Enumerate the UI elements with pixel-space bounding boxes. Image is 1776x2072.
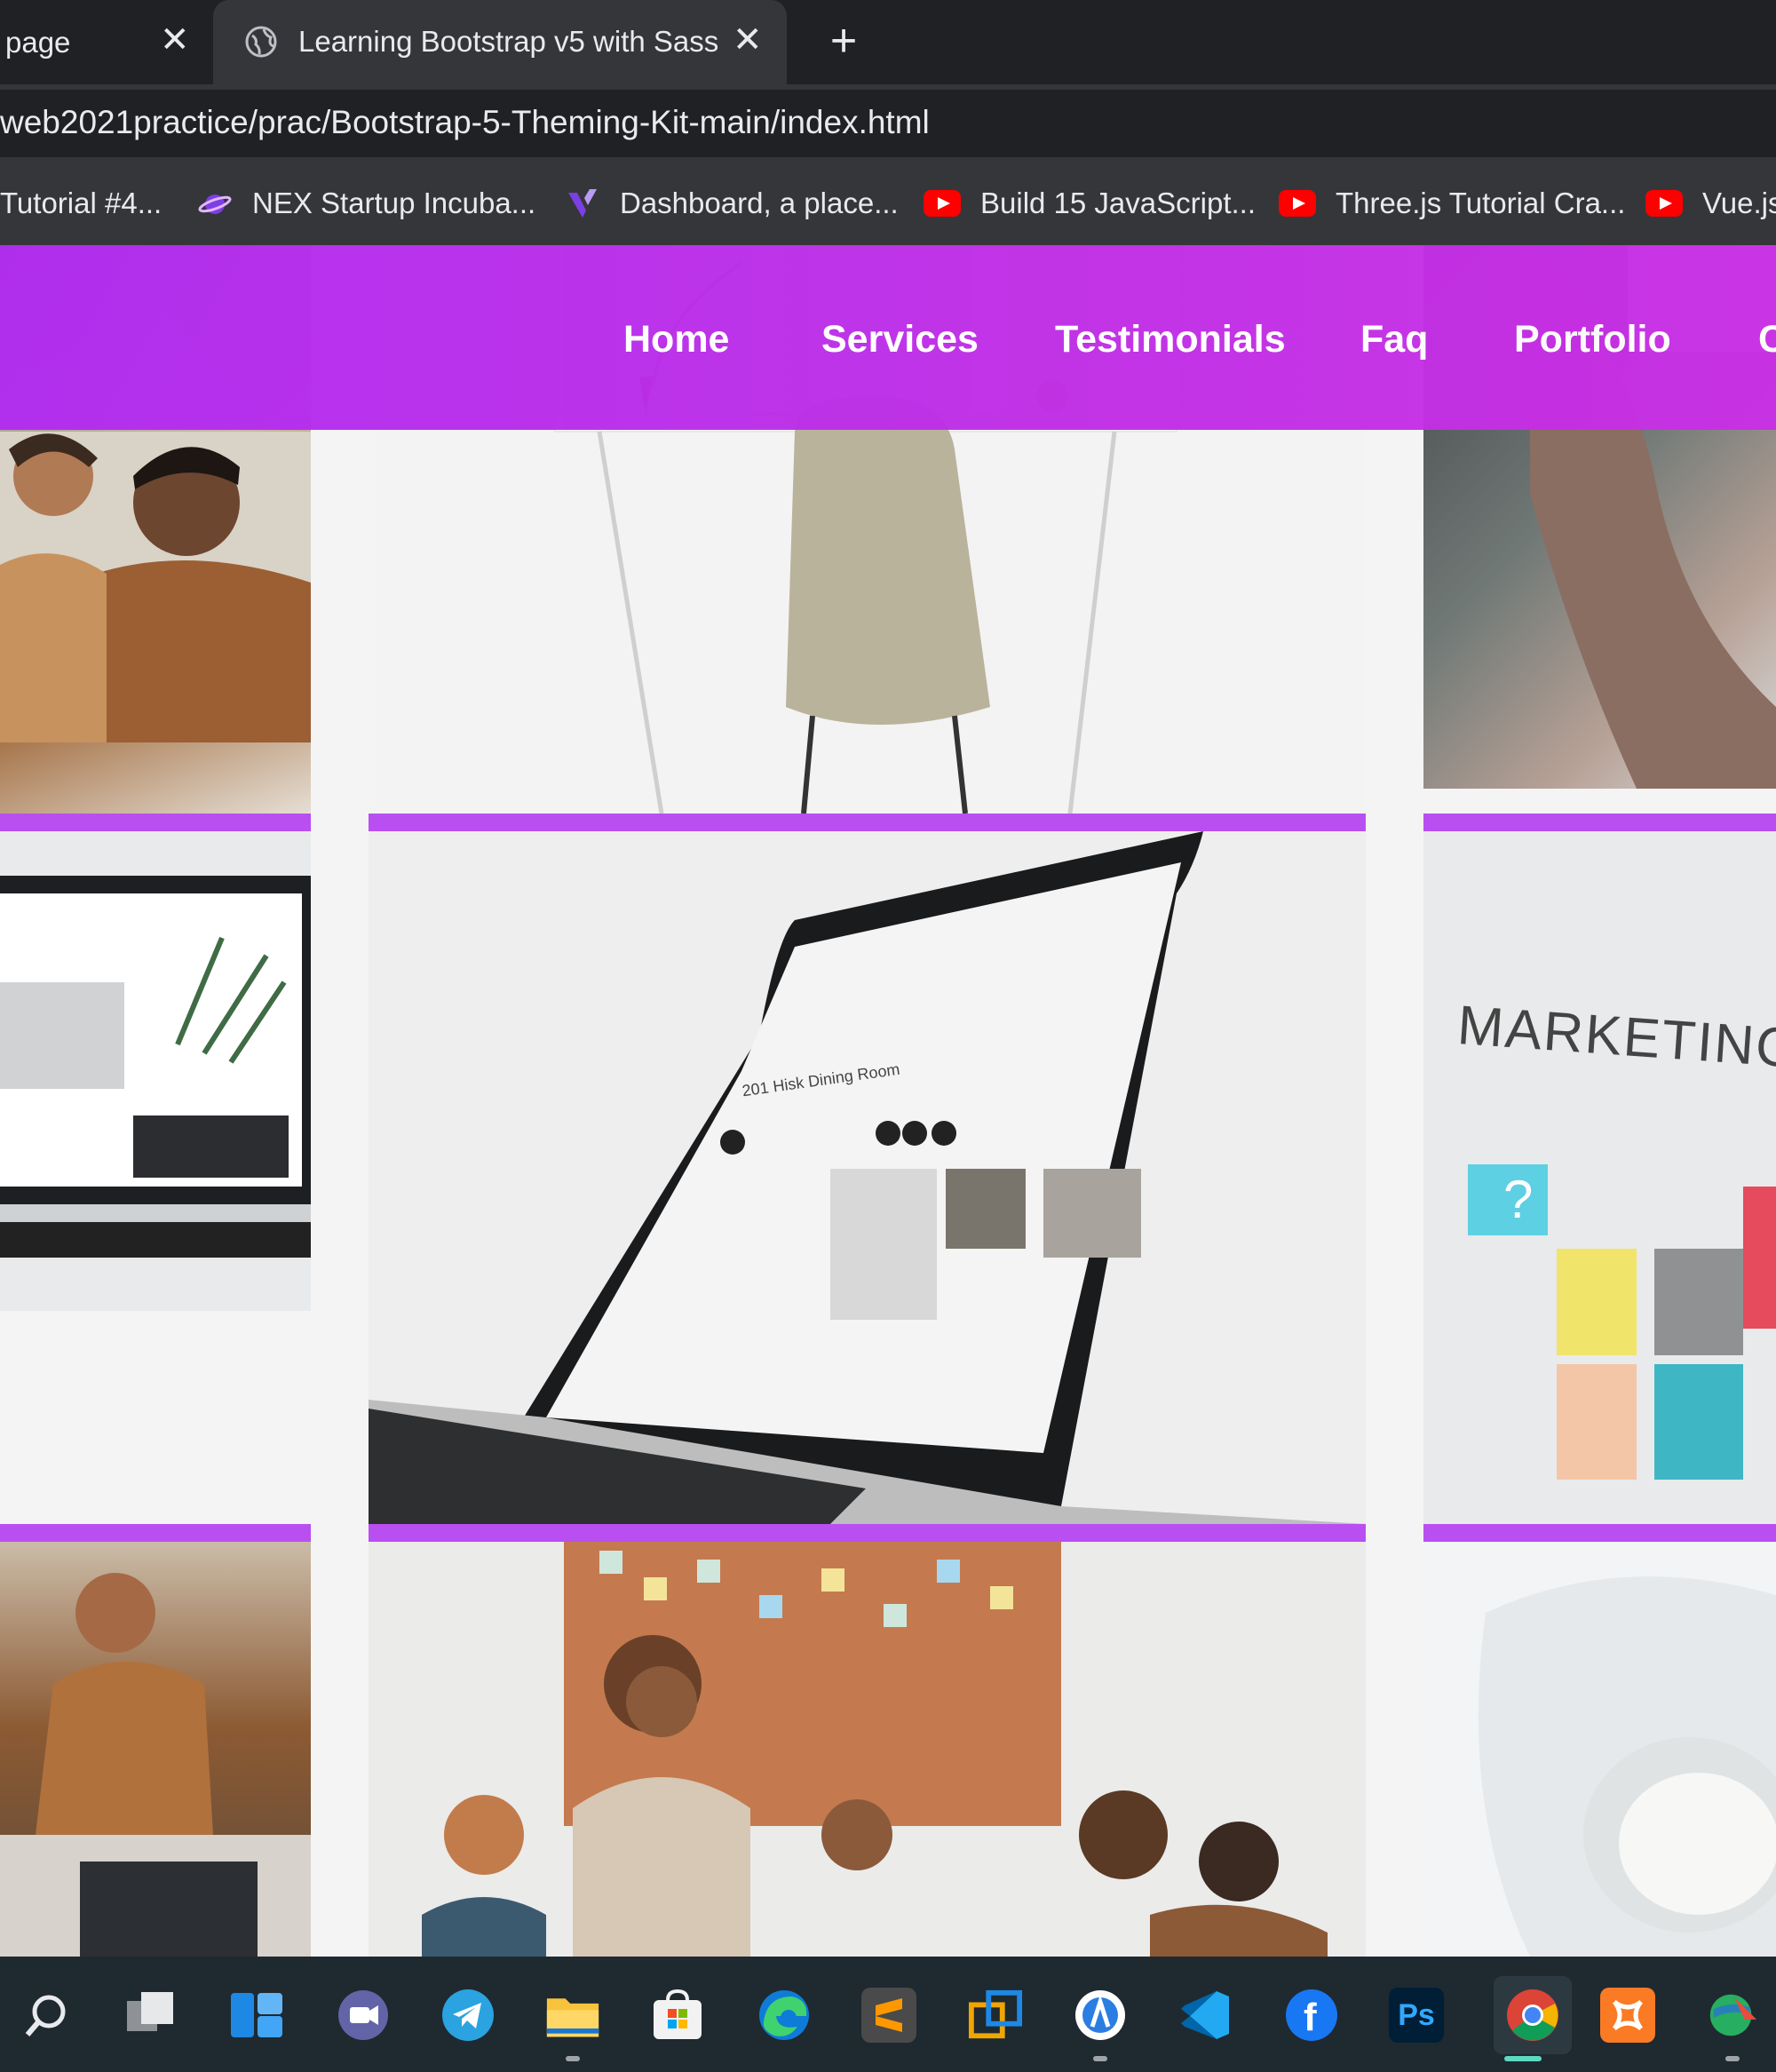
accent-bar <box>0 1524 311 1542</box>
sublime-text-icon[interactable] <box>861 1988 916 2043</box>
svg-text:f: f <box>1304 1996 1317 2039</box>
photo-illustration <box>1478 1576 1776 1957</box>
file-explorer-icon[interactable] <box>545 1988 600 2043</box>
accent-bar <box>369 814 1366 831</box>
vuetify-icon <box>568 189 597 218</box>
bookmark-label: NEX Startup Incuba... <box>252 187 536 219</box>
chrome-icon[interactable] <box>1494 1976 1572 2054</box>
accent-bar <box>369 1524 1366 1542</box>
gallery-image-meeting-man[interactable] <box>0 1542 311 1957</box>
tab-title: page <box>5 25 71 59</box>
widgets-icon[interactable] <box>229 1988 284 2043</box>
bookmark-dashboard[interactable]: Dashboard, a place... <box>565 182 899 225</box>
tab-page[interactable]: page ✕ <box>0 0 211 84</box>
bookmark-label: Vue.js <box>1702 187 1776 219</box>
xampp-icon[interactable] <box>1600 1988 1655 2043</box>
bookmark-nex-startup[interactable]: NEX Startup Incuba... <box>197 182 535 225</box>
vscode-icon[interactable] <box>1177 1988 1233 2043</box>
virtualbox-icon[interactable] <box>968 1988 1023 2043</box>
photo-illustration: ? <box>1423 831 1776 1524</box>
microsoft-store-icon[interactable] <box>650 1988 705 2043</box>
bookmark-label: Tutorial #4... <box>0 187 163 219</box>
running-indicator <box>1093 2056 1107 2061</box>
close-tab-icon[interactable]: ✕ <box>160 20 190 60</box>
tab-title: Learning Bootstrap v5 with Sass <box>298 25 719 58</box>
gallery-image-laptop-closeup[interactable] <box>0 831 311 1311</box>
gallery-image-cup[interactable] <box>1423 1542 1776 1957</box>
nav-link-portfolio[interactable]: Portfolio <box>1514 318 1671 361</box>
globe-icon <box>245 26 277 58</box>
gallery-image-marketing[interactable]: ? MARKETING ST <box>1423 831 1776 1524</box>
task-view-icon[interactable] <box>123 1988 178 2043</box>
photo-illustration <box>422 1542 1328 1957</box>
bookmark-tutorial[interactable]: Tutorial #4... <box>0 182 162 225</box>
accent-bar <box>0 814 311 831</box>
nav-link-home[interactable]: Home <box>623 318 729 361</box>
accent-bar <box>1423 1524 1776 1542</box>
photoshop-icon[interactable]: Ps <box>1389 1988 1444 2043</box>
nav-link-testimonials[interactable]: Testimonials <box>1055 318 1286 361</box>
nav-link-faq[interactable]: Faq <box>1360 318 1428 361</box>
android-studio-icon[interactable] <box>1073 1988 1128 2043</box>
bookmark-label: Dashboard, a place... <box>620 187 899 219</box>
network-globe-icon[interactable] <box>1705 1988 1760 2043</box>
facebook-icon[interactable]: f <box>1284 1988 1339 2043</box>
address-text: web2021practice/prac/Bootstrap-5-Theming… <box>0 104 930 140</box>
nav-link-services[interactable]: Services <box>821 318 979 361</box>
bookmark-threejs[interactable]: Three.js Tutorial Cra... <box>1279 182 1625 225</box>
youtube-icon <box>924 190 961 217</box>
svg-text:?: ? <box>1503 1170 1533 1229</box>
gallery-image-team-meeting[interactable] <box>369 1542 1366 1957</box>
nav-link-contact[interactable]: C <box>1758 318 1776 361</box>
gallery-image-laptop[interactable]: 201 Hisk Dining Room <box>369 831 1366 1524</box>
edge-icon[interactable] <box>757 1988 812 2043</box>
bookmark-label: Three.js Tutorial Cra... <box>1336 187 1626 219</box>
toolbar: web2021practice/prac/Bootstrap-5-Theming… <box>0 84 1776 161</box>
running-indicator <box>566 2056 580 2061</box>
photo-illustration <box>369 831 1366 1524</box>
bookmark-label: Build 15 JavaScript... <box>980 187 1256 219</box>
photo-illustration <box>0 876 311 1258</box>
tab-strip: page ✕ Learning Bootstrap v5 with Sass ✕… <box>0 0 1776 84</box>
search-icon[interactable] <box>20 1988 75 2043</box>
tab-learning-bootstrap[interactable]: Learning Bootstrap v5 with Sass ✕ <box>213 0 787 84</box>
telegram-icon[interactable] <box>440 1988 496 2043</box>
navbar: Home Services Testimonials Faq Portfolio… <box>0 245 1776 430</box>
active-indicator <box>1504 2056 1542 2061</box>
bookmark-build-15-js[interactable]: Build 15 JavaScript... <box>924 182 1256 225</box>
taskbar: f Ps <box>0 1957 1776 2072</box>
teams-chat-icon[interactable] <box>336 1988 391 2043</box>
address-bar[interactable]: web2021practice/prac/Bootstrap-5-Theming… <box>0 90 1776 157</box>
photo-illustration <box>0 1573 311 1957</box>
close-tab-icon[interactable]: ✕ <box>733 20 763 60</box>
planet-icon <box>198 194 232 214</box>
new-tab-button[interactable]: + <box>817 14 870 67</box>
bookmark-vuejs[interactable]: Vue.js <box>1645 182 1776 225</box>
youtube-icon <box>1279 190 1316 217</box>
bookmarks-bar: Tutorial #4... NEX Startup Incuba... Das… <box>0 161 1776 245</box>
running-indicator <box>1725 2056 1740 2061</box>
accent-bar <box>1423 814 1776 831</box>
page-viewport[interactable]: 201 Hisk Dining Room ? MARKETING ST <box>0 245 1776 1957</box>
youtube-icon <box>1645 190 1683 217</box>
